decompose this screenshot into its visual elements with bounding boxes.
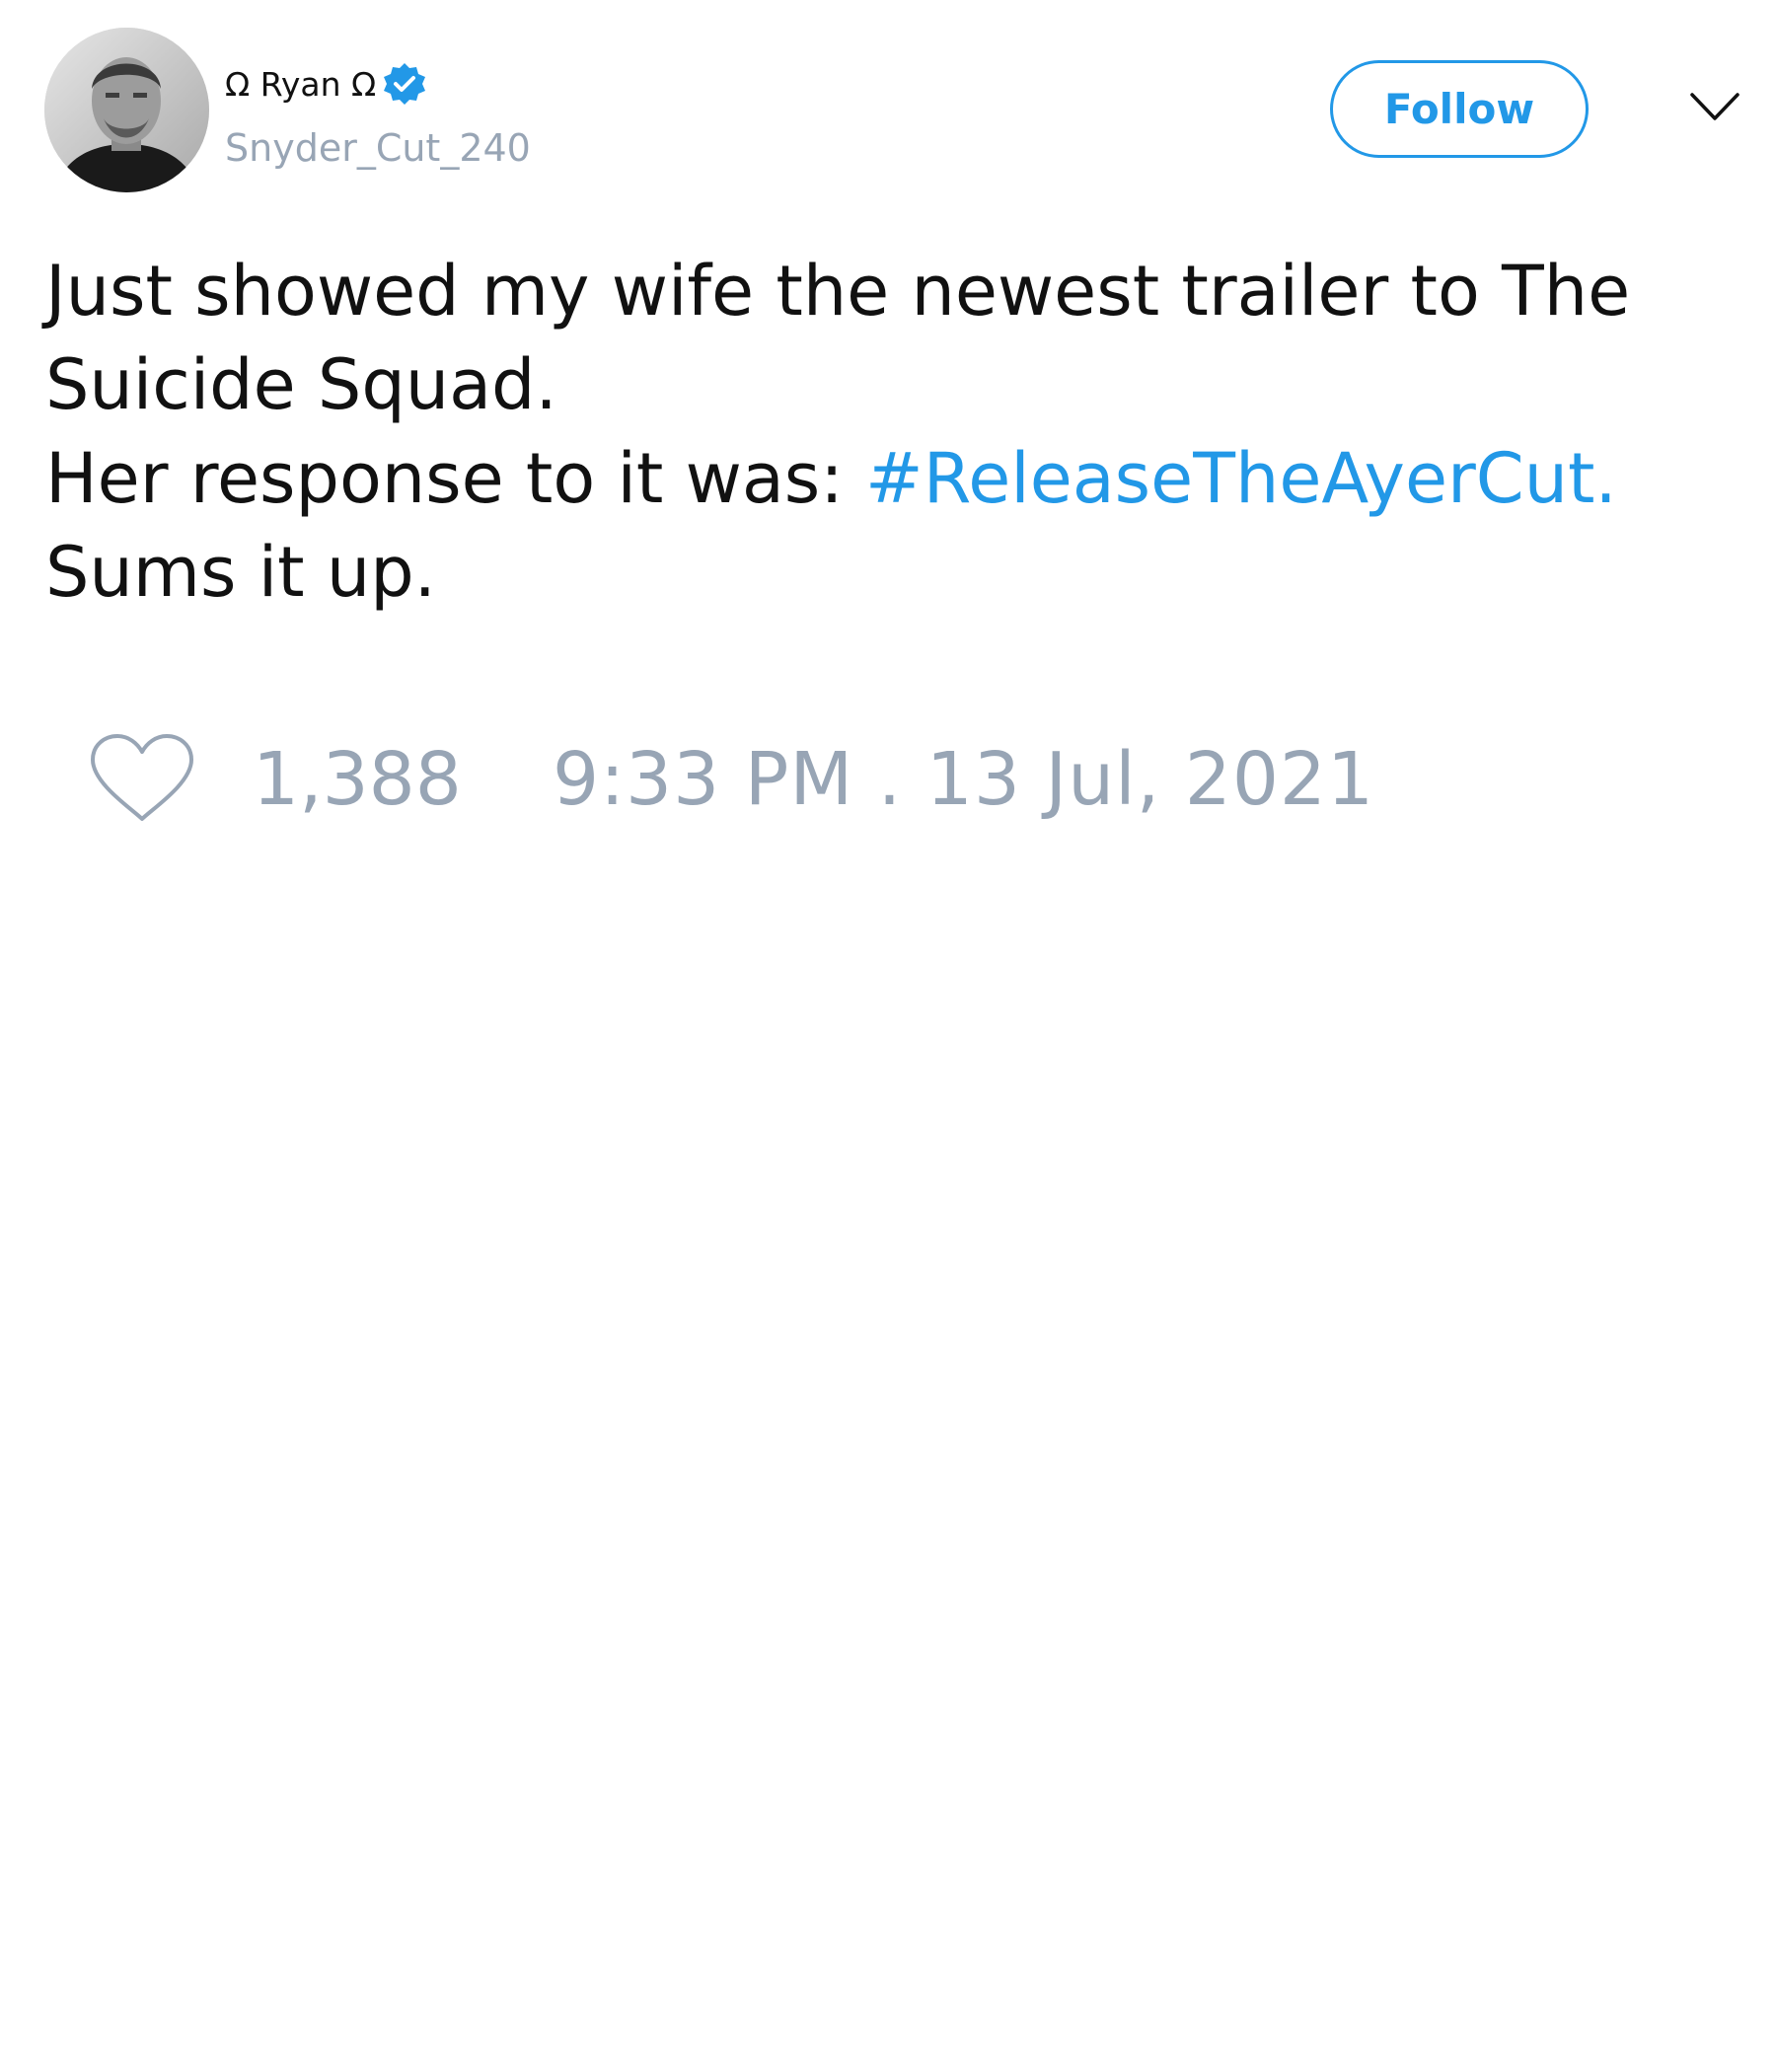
- timestamp[interactable]: 9:33 PM . 13 Jul, 2021: [553, 730, 1374, 829]
- avatar[interactable]: [44, 28, 209, 192]
- display-name[interactable]: Ω Ryan Ω: [225, 61, 427, 107]
- tweet-line-1: Just showed my wife the newest trailer t…: [45, 251, 1631, 332]
- tweet-line-2: Suicide Squad.: [45, 344, 557, 425]
- hashtag-link[interactable]: #ReleaseTheAyerCut.: [865, 438, 1617, 519]
- chevron-down-icon[interactable]: [1689, 89, 1740, 128]
- follow-button[interactable]: Follow: [1330, 60, 1589, 158]
- tweet-line-3-text: Her response to it was:: [45, 438, 866, 519]
- tweet-line-4: Sums it up.: [45, 532, 436, 613]
- heart-icon[interactable]: [89, 732, 195, 825]
- tweet-line-3: Her response to it was: #ReleaseTheAyerC…: [45, 432, 1723, 526]
- avatar-image: [44, 28, 209, 192]
- user-handle[interactable]: Snyder_Cut_240: [225, 126, 531, 170]
- like-count: 1,388: [253, 737, 462, 822]
- display-name-text: Ω Ryan Ω: [225, 64, 377, 104]
- verified-badge-icon: [382, 61, 427, 107]
- tweet-text: Just showed my wife the newest trailer t…: [45, 245, 1723, 620]
